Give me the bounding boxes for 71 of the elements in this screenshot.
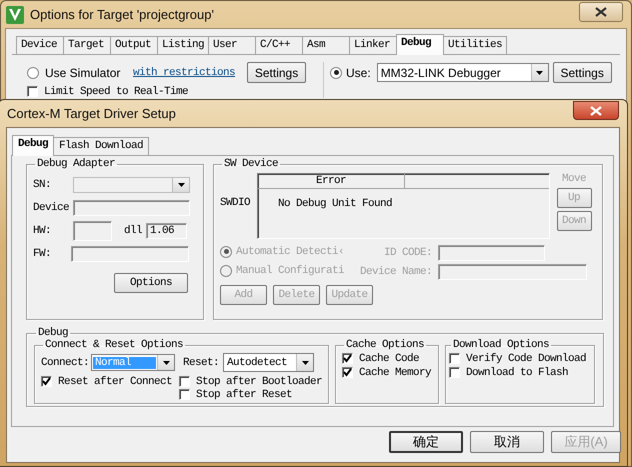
input-field[interactable] xyxy=(71,246,189,262)
tab[interactable]: Device xyxy=(16,36,64,54)
tab[interactable]: Utilities xyxy=(443,36,508,54)
table-cell: No Debug Unit Found xyxy=(278,198,392,210)
dialog-button[interactable]: 取消 xyxy=(470,431,544,453)
group-label: Debug Adapter xyxy=(36,158,116,170)
app-icon xyxy=(6,6,24,24)
checkbox-label: Limit Speed to Real-Time xyxy=(44,86,188,98)
checkbox-label: Download to Flash xyxy=(466,366,568,378)
input-field[interactable] xyxy=(73,220,112,240)
checkbox[interactable] xyxy=(449,367,460,378)
input-field[interactable]: 1.06 xyxy=(146,222,188,238)
checkbox-label: Cache Memory xyxy=(359,366,432,378)
dialog-button[interactable]: 确定 xyxy=(389,431,463,453)
checkbox[interactable] xyxy=(449,353,460,364)
move-label: Move xyxy=(562,173,586,185)
checkbox[interactable] xyxy=(342,367,353,378)
checkbox[interactable] xyxy=(342,353,353,364)
field-label: SN: xyxy=(33,178,52,190)
checkbox-label: Verify Code Download xyxy=(466,352,586,364)
field-label: ID CODE: xyxy=(384,247,432,259)
radio-label: Use Simulator xyxy=(45,66,122,80)
checkbox-label: Cache Code xyxy=(359,352,420,364)
radio-button[interactable] xyxy=(27,66,39,78)
checkbox[interactable] xyxy=(178,376,190,387)
field-label: HW: xyxy=(33,224,52,236)
checkbox-label: Stop after Reset xyxy=(196,388,292,400)
field-label: Device Name: xyxy=(360,266,432,278)
field-label: FW: xyxy=(33,248,52,260)
input-field[interactable] xyxy=(438,264,588,280)
radio-button[interactable] xyxy=(330,66,342,78)
group-label: Connect & Reset Options xyxy=(44,339,184,351)
checkbox-label: Stop after Bootloader xyxy=(196,376,322,388)
settings-button[interactable]: Settings xyxy=(247,62,306,83)
field-label: Device xyxy=(33,202,70,214)
checkbox[interactable] xyxy=(41,376,52,387)
dropdown[interactable]: MM32-LINK Debugger xyxy=(376,63,549,82)
field-label: dll xyxy=(124,224,142,236)
close-button[interactable] xyxy=(579,2,623,22)
tab[interactable]: Debug xyxy=(396,34,444,55)
caret-icon xyxy=(162,360,170,364)
tab[interactable]: Debug xyxy=(12,135,54,156)
dialog-title: Cortex-M Target Driver Setup xyxy=(7,106,176,121)
group-label: SW Device xyxy=(223,158,280,170)
radio-label: Automatic Detecti‹ xyxy=(236,246,344,258)
close-icon xyxy=(590,106,602,116)
column-header: Error xyxy=(258,174,405,188)
field-label: Reset: xyxy=(183,356,220,368)
caret-icon xyxy=(302,360,309,364)
checkbox-label: Reset after Connect xyxy=(58,376,172,388)
field-label: Connect: xyxy=(41,356,90,368)
window-title: Options for Target 'projectgroup' xyxy=(30,7,214,22)
group-label: Cache Options xyxy=(345,339,426,351)
dropdown[interactable]: Autodetect xyxy=(223,353,314,372)
options-button[interactable]: Options xyxy=(114,272,188,292)
group-label: Debug xyxy=(37,327,70,339)
port-label: SWDIO xyxy=(220,197,252,211)
input-field[interactable] xyxy=(73,200,190,216)
caret-icon xyxy=(536,70,544,74)
radio-label: Manual Configurati xyxy=(236,264,344,276)
checkbox[interactable] xyxy=(178,389,190,400)
close-icon xyxy=(595,7,607,17)
input-field[interactable] xyxy=(438,245,546,261)
restrictions-link[interactable]: with restrictions xyxy=(133,66,236,78)
settings-button[interactable]: Settings xyxy=(552,62,612,83)
checkbox[interactable] xyxy=(27,86,38,97)
close-button[interactable] xyxy=(573,101,619,120)
group-label: Download Options xyxy=(452,339,550,351)
tab[interactable]: Flash Download xyxy=(53,137,150,155)
caret-icon xyxy=(178,182,184,186)
radio-label: Use: xyxy=(346,66,371,80)
